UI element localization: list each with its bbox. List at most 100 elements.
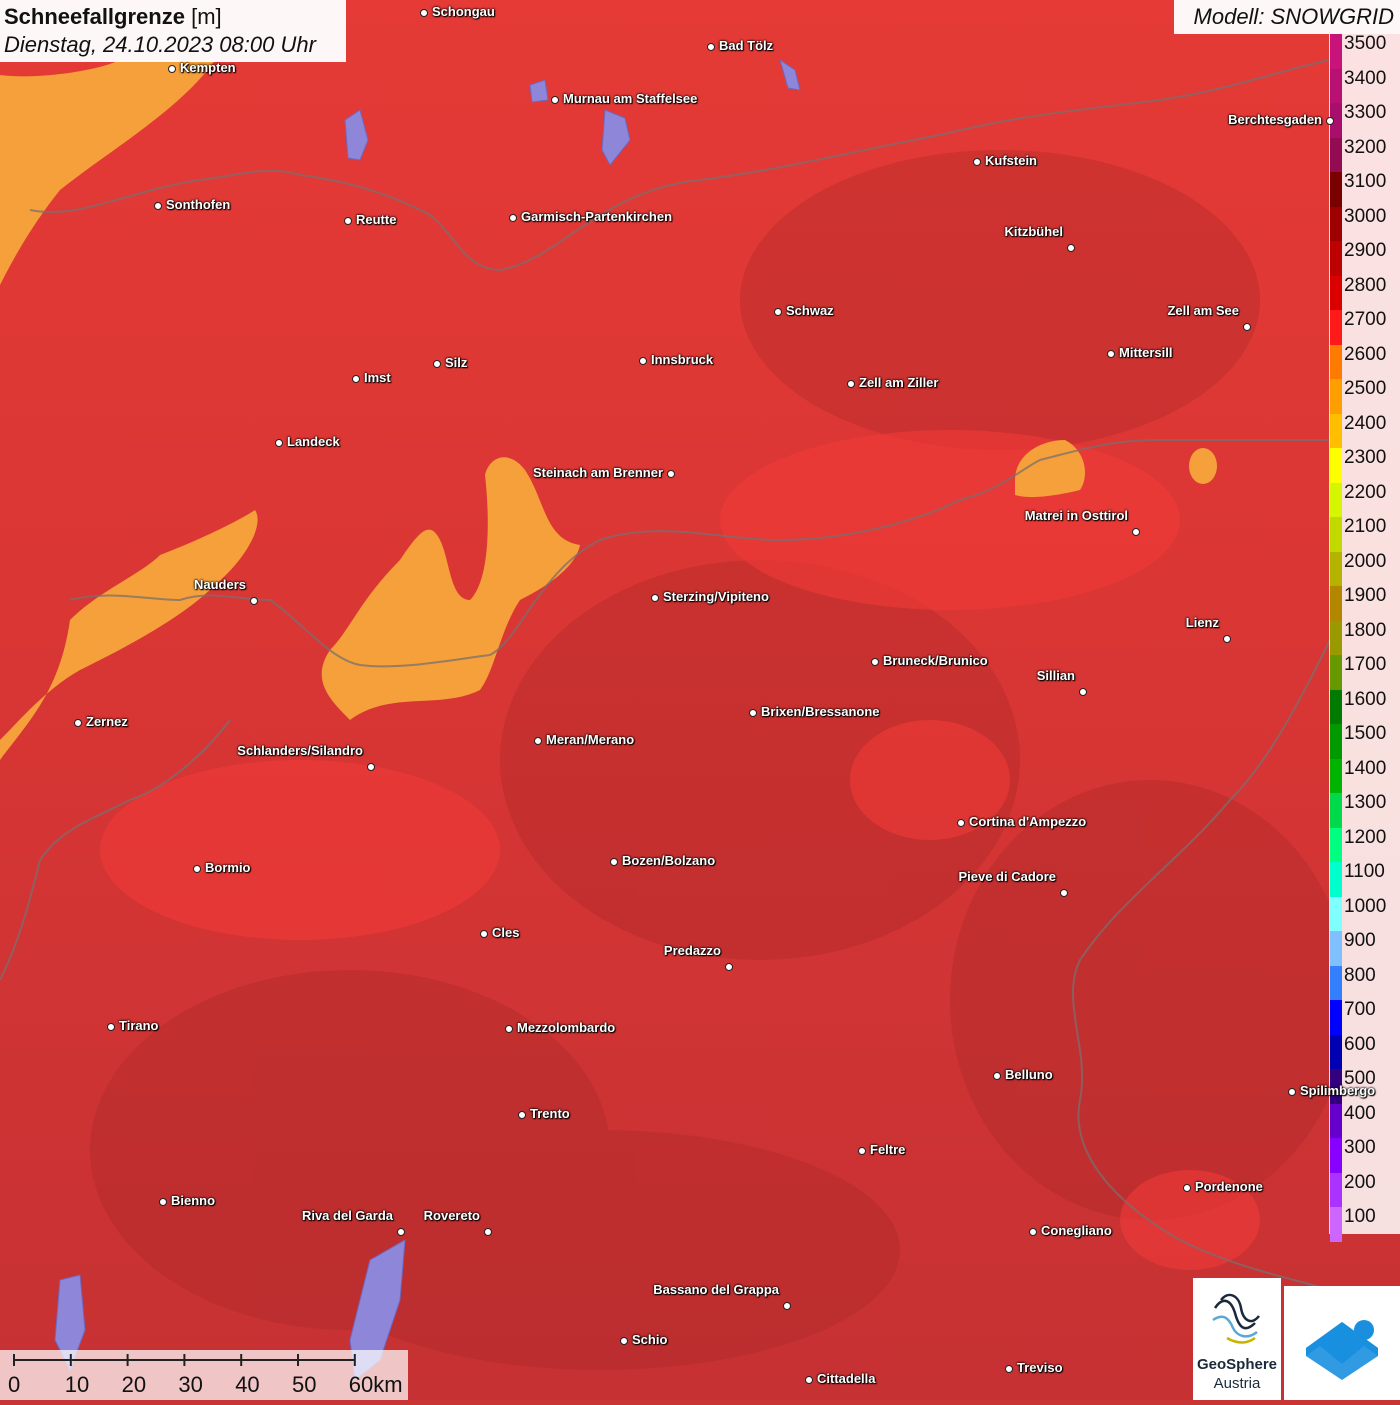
weather-app-logo[interactable]: [1284, 1286, 1400, 1400]
city-dot-icon: [871, 658, 879, 666]
legend-swatch-1300: [1330, 793, 1342, 828]
legend-swatch-700: [1330, 1000, 1342, 1035]
city-label: Murnau am Staffelsee: [563, 91, 698, 106]
legend-swatch-2000: [1330, 551, 1342, 587]
city-dot-icon: [1060, 889, 1068, 897]
legend-label-1800: 1800: [1344, 619, 1387, 641]
city-dot-icon: [1132, 528, 1140, 536]
legend-label-3400: 3400: [1344, 67, 1387, 89]
legend-label-700: 700: [1344, 999, 1376, 1020]
legend-swatch-1900: [1330, 586, 1342, 621]
city-label: Tirano: [119, 1018, 159, 1033]
city-label: Feltre: [870, 1142, 906, 1157]
legend-label-2300: 2300: [1344, 447, 1387, 468]
legend-swatch-2700: [1330, 310, 1342, 345]
city-label: Lienz: [1185, 615, 1219, 630]
scale-label: 10: [64, 1372, 90, 1397]
city-dot-icon: [509, 214, 517, 222]
legend-swatch-2800: [1330, 275, 1342, 311]
city-dot-icon: [1067, 244, 1075, 252]
city-dot-icon: [1288, 1088, 1296, 1096]
city-label: Cittadella: [817, 1371, 876, 1386]
scale-label: 0: [8, 1372, 21, 1397]
legend-label-2700: 2700: [1344, 309, 1387, 330]
city-label: Bad Tölz: [719, 38, 774, 53]
city-dot-icon: [749, 709, 757, 717]
legend-label-1500: 1500: [1344, 723, 1387, 744]
legend-swatch-600: [1330, 1034, 1342, 1070]
city-label: Sterzing/Vipiteno: [663, 589, 769, 604]
scale-label: 40: [235, 1372, 260, 1397]
legend-swatch-2500: [1330, 379, 1342, 414]
city-dot-icon: [551, 96, 559, 104]
city-label: Pieve di Cadore: [958, 869, 1056, 884]
city-label: Rovereto: [423, 1208, 480, 1223]
city-dot-icon: [250, 597, 258, 605]
city-label: Bormio: [205, 860, 251, 875]
legend-label-3500: 3500: [1344, 33, 1387, 54]
city-dot-icon: [805, 1376, 813, 1384]
legend-label-3200: 3200: [1344, 136, 1387, 158]
city-label: Schwaz: [786, 303, 834, 318]
legend-label-300: 300: [1344, 1137, 1376, 1158]
city-label: Sillian: [1036, 668, 1075, 683]
legend-swatch-1200: [1330, 827, 1342, 863]
city-dot-icon: [154, 202, 162, 210]
city-dot-icon: [1079, 688, 1087, 696]
legend-label-1300: 1300: [1344, 792, 1387, 813]
city-label: Riva del Garda: [301, 1208, 393, 1223]
city-dot-icon: [1223, 635, 1231, 643]
legend-label-1400: 1400: [1344, 757, 1387, 779]
legend-swatch-1000: [1330, 896, 1342, 932]
city-label: Berchtesgaden: [1228, 112, 1322, 127]
city-label: Steinach am Brenner: [532, 465, 663, 480]
city-label: Bassano del Grappa: [653, 1282, 779, 1297]
city-dot-icon: [1183, 1184, 1191, 1192]
legend-label-900: 900: [1344, 930, 1376, 951]
legend-label-2200: 2200: [1344, 481, 1387, 503]
city-dot-icon: [707, 43, 715, 51]
scale-label: 60km: [348, 1372, 403, 1397]
city-label: Treviso: [1017, 1360, 1063, 1375]
city-label: Schlanders/Silandro: [237, 743, 363, 758]
city-dot-icon: [74, 719, 82, 727]
city-dot-icon: [107, 1023, 115, 1031]
city-dot-icon: [484, 1228, 492, 1236]
parameter-name: Schneefallgrenze: [4, 4, 185, 29]
city-dot-icon: [1326, 117, 1334, 125]
city-label: Zernez: [86, 714, 128, 729]
legend-label-2600: 2600: [1344, 343, 1387, 365]
city-dot-icon: [783, 1302, 791, 1310]
city-dot-icon: [505, 1025, 513, 1033]
legend-label-1200: 1200: [1344, 826, 1387, 848]
city-label: Landeck: [287, 434, 340, 449]
city-label: Conegliano: [1041, 1223, 1112, 1238]
legend-swatch-800: [1330, 965, 1342, 1001]
map-title: Schneefallgrenze [m]: [4, 3, 342, 31]
legend-label-600: 600: [1344, 1033, 1376, 1055]
scale-label: 20: [121, 1372, 147, 1397]
legend-swatch-400: [1330, 1103, 1342, 1139]
legend-label-100: 100: [1344, 1206, 1376, 1227]
geosphere-austria-logo[interactable]: GeoSphere Austria: [1193, 1278, 1281, 1400]
city-label: Mezzolombardo: [517, 1020, 616, 1035]
legend-label-2800: 2800: [1344, 274, 1387, 296]
city-dot-icon: [352, 375, 360, 383]
city-dot-icon: [610, 858, 618, 866]
legend-label-800: 800: [1344, 964, 1376, 986]
geosphere-logo-icon: [1212, 1293, 1260, 1344]
city-label: Silz: [445, 355, 468, 370]
city-dot-icon: [847, 380, 855, 388]
scale-bar-line: [13, 1354, 356, 1366]
map-datetime: Dienstag, 24.10.2023 08:00 Uhr: [4, 32, 316, 57]
legend-label-3100: 3100: [1344, 171, 1387, 192]
city-dot-icon: [957, 819, 965, 827]
city-label: Spilimbergo: [1300, 1083, 1376, 1098]
legend-swatch-300: [1330, 1138, 1342, 1173]
legend-swatch-1500: [1330, 724, 1342, 759]
city-dot-icon: [725, 963, 733, 971]
legend-swatch-100: [1330, 1207, 1342, 1242]
city-label: Nauders: [193, 577, 246, 592]
city-dot-icon: [193, 865, 201, 873]
legend-label-1700: 1700: [1344, 654, 1387, 675]
